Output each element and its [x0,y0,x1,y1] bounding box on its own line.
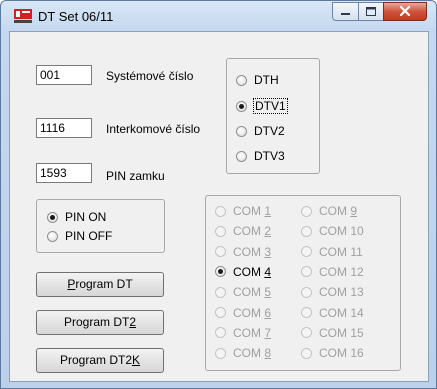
dt-option-dtv2[interactable]: DTV2 [236,124,285,138]
radio-label: COM 15 [319,325,364,340]
radio-label: COM 1 [233,204,272,218]
com-port-radio[interactable]: COM 8 [215,346,271,360]
radio-label: COM 14 [319,305,364,320]
system-number-label: Systémové číslo [106,69,194,83]
radio-dot [215,205,226,217]
radio-dot [215,225,226,237]
radio-label: COM 13 [319,285,364,300]
pin-lock-label: PIN zamku [106,169,165,183]
radio-label: COM 6 [233,305,272,320]
system-number-field[interactable]: 001 [36,65,92,85]
radio-label: DTV2 [254,124,285,138]
radio-label: DTV1 [253,98,288,114]
program-dt-button[interactable]: Program DT [36,272,164,297]
radio-dot [301,225,312,237]
radio-dot [301,266,312,278]
title-bar[interactable]: DT Set 06/11 [1,1,436,31]
program-dt2k-button[interactable]: Program DT2K [36,348,164,373]
radio-dot [47,211,58,223]
radio-dot [236,74,247,86]
com-port-group: COM 1 COM 2 COM 3 COM 4 COM 5 COM 6 COM 7 COM 8… [205,195,401,371]
close-button[interactable] [383,2,427,21]
radio-dot [215,266,226,278]
radio-label: COM 11 [319,244,363,259]
radio-label: DTH [254,73,279,87]
radio-label: COM 2 [233,224,272,239]
com-port-radio[interactable]: COM 13 [301,285,364,299]
radio-label: COM 7 [233,325,272,340]
com-port-radio[interactable]: COM 9 [301,204,357,218]
com-port-radio[interactable]: COM 7 [215,326,271,340]
dialog-client-area: 001 Systémové číslo 1116 Interkomové čís… [9,31,429,382]
com-port-radio[interactable]: COM 16 [301,346,364,360]
com-port-radio[interactable]: COM 2 [215,224,271,238]
com-port-radio[interactable]: COM 10 [301,224,364,238]
com-port-radio[interactable]: COM 4 [215,265,271,279]
dt-option-dtv1[interactable]: DTV1 [236,98,288,114]
com-port-radio[interactable]: COM 14 [301,306,364,320]
com-port-radio[interactable]: COM 3 [215,245,271,259]
radio-dot [215,327,226,339]
com-port-radio[interactable]: COM 5 [215,285,271,299]
window-title: DT Set 06/11 [38,9,114,24]
radio-label: COM 9 [319,204,358,218]
radio-dot [47,230,58,242]
app-logo-icon [14,9,32,23]
com-port-radio[interactable]: COM 6 [215,306,271,320]
radio-label: COM 12 [319,264,364,279]
intercom-number-field[interactable]: 1116 [36,118,92,138]
radio-dot [236,125,247,137]
radio-dot [301,246,312,258]
radio-label: COM 10 [319,224,364,239]
radio-dot [236,100,247,112]
radio-dot [301,307,312,318]
radio-dot [301,205,312,217]
radio-label: PIN OFF [65,229,113,243]
dt-type-group: DTH DTV1 DTV2 DTV3 [226,58,320,174]
com-port-radio[interactable]: COM 11 [301,245,363,259]
radio-dot [236,150,247,162]
minimize-button[interactable] [332,2,359,21]
radio-label: DTV3 [254,149,285,163]
radio-dot [301,286,312,298]
radio-label: PIN ON [65,210,107,224]
radio-dot [301,327,312,339]
radio-dot [215,307,226,318]
com-port-radio[interactable]: COM 1 [215,204,271,218]
radio-dot [215,286,226,298]
close-icon [399,5,411,17]
intercom-number-label: Interkomové číslo [106,122,201,136]
maximize-button[interactable] [358,2,384,21]
pin-off-radio[interactable]: PIN OFF [47,229,112,243]
program-dt2-button[interactable]: Program DT2 [36,310,164,335]
radio-dot [215,246,226,258]
minimize-icon [341,13,350,15]
radio-dot [301,347,312,359]
dt-option-dth[interactable]: DTH [236,73,279,87]
pin-lock-field[interactable]: 1593 [36,163,92,183]
radio-label: COM 16 [319,346,364,361]
radio-label: COM 8 [233,346,272,361]
dt-option-dtv3[interactable]: DTV3 [236,149,285,163]
dt-set-window: DT Set 06/11 001 Systémové číslo 1116 In… [0,0,437,389]
com-port-radio[interactable]: COM 15 [301,326,364,340]
maximize-icon [366,7,376,16]
radio-label: COM 3 [233,244,272,259]
radio-dot [215,347,226,359]
com-port-radio[interactable]: COM 12 [301,265,364,279]
pin-on-radio[interactable]: PIN ON [47,210,106,224]
radio-label: COM 4 [233,264,272,279]
pin-mode-group: PIN ON PIN OFF [36,199,165,253]
radio-label: COM 5 [233,285,272,300]
